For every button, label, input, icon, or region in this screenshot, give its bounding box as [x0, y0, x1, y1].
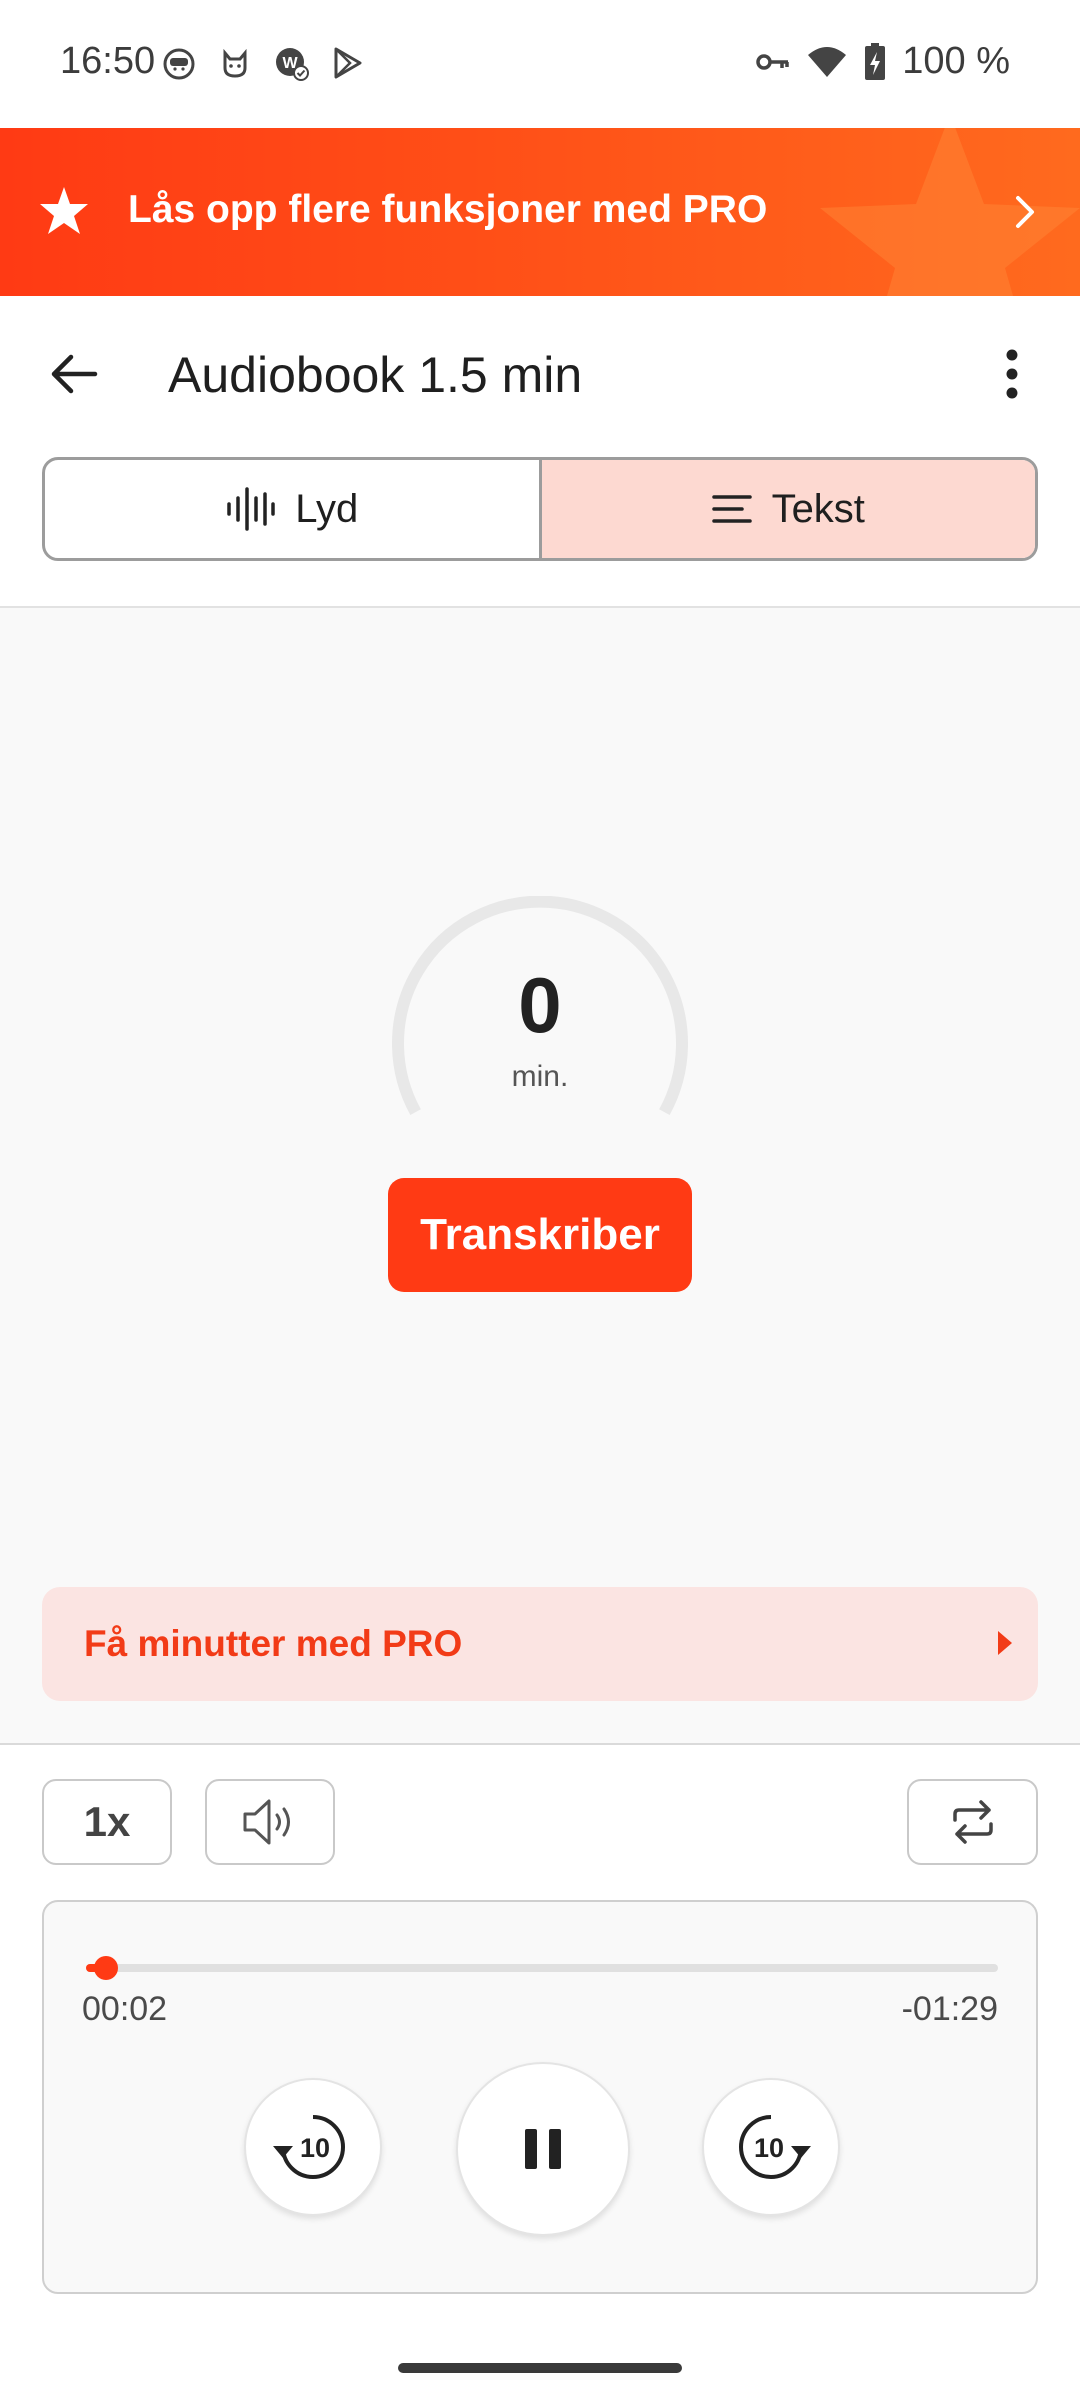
volume-button[interactable]: [205, 1779, 335, 1865]
tab-text-label: Tekst: [771, 486, 865, 531]
wifi-icon: [808, 46, 847, 77]
more-options-button[interactable]: [976, 336, 1048, 412]
progress-track[interactable]: [86, 1964, 998, 1972]
rewind-seconds-label: 10: [300, 2133, 330, 2163]
star-icon: [40, 187, 88, 234]
pause-button[interactable]: [456, 2062, 630, 2236]
get-minutes-pro-row[interactable]: Få minutter med PRO: [42, 1587, 1038, 1701]
status-time: 16:50: [60, 40, 156, 82]
forward-10-button[interactable]: 10: [702, 2078, 840, 2216]
playback-speed-button[interactable]: 1x: [42, 1779, 172, 1865]
audio-player: 00:02 -01:29 10 10: [42, 1900, 1038, 2294]
page-title: Audiobook 1.5 min: [168, 347, 583, 403]
gauge-unit: min.: [511, 1060, 569, 1093]
divider: [0, 1743, 1080, 1745]
triangle-right-icon: [998, 1631, 1012, 1655]
back-button[interactable]: [36, 336, 112, 412]
remaining-time: -01:29: [901, 1990, 998, 2028]
battery-percent: 100 %: [902, 40, 1010, 82]
tab-text[interactable]: Tekst: [538, 460, 1035, 558]
gauge-value: 0: [518, 961, 562, 1049]
view-tabs: Lyd Tekst: [42, 457, 1038, 561]
back-arrow-icon: [51, 354, 98, 394]
tab-audio-label: Lyd: [295, 486, 359, 531]
get-minutes-label: Få minutter med PRO: [84, 1623, 463, 1664]
pro-promo-banner[interactable]: Lås opp flere funksjoner med PRO: [0, 128, 1080, 296]
waveform-icon: [227, 487, 275, 531]
home-indicator[interactable]: [398, 2363, 682, 2373]
app-badge-icon: W: [276, 48, 309, 81]
status-system-icons: 100 %: [754, 40, 1010, 83]
battery-charging-icon: [865, 42, 886, 80]
status-bar: 16:50 W 100 %: [0, 0, 1080, 128]
cat-icon: [223, 48, 247, 78]
vpn-key-icon: [756, 53, 789, 70]
forward-seconds-label: 10: [754, 2133, 784, 2163]
transcript-panel: [0, 608, 1080, 1743]
replay-10-icon: 10: [273, 2115, 345, 2179]
elapsed-time: 00:02: [82, 1990, 168, 2028]
tab-audio[interactable]: Lyd: [45, 460, 539, 558]
speaker-icon: [243, 1799, 290, 1845]
face-icon: [163, 48, 195, 80]
repeat-button[interactable]: [907, 1779, 1038, 1865]
forward-10-icon: 10: [739, 2115, 811, 2179]
chevron-right-icon: [1016, 196, 1034, 228]
pause-icon: [525, 2129, 561, 2169]
more-vert-icon: [1006, 349, 1018, 399]
status-notification-icons: W: [160, 44, 366, 82]
repeat-icon: [952, 1800, 993, 1844]
play-store-icon: [334, 47, 362, 79]
promo-text: Lås opp flere funksjoner med PRO: [128, 188, 768, 231]
transcribe-button[interactable]: Transkriber: [388, 1178, 692, 1292]
rewind-10-button[interactable]: 10: [244, 2078, 382, 2216]
progress-thumb[interactable]: [94, 1956, 118, 1980]
text-lines-icon: [711, 495, 752, 523]
